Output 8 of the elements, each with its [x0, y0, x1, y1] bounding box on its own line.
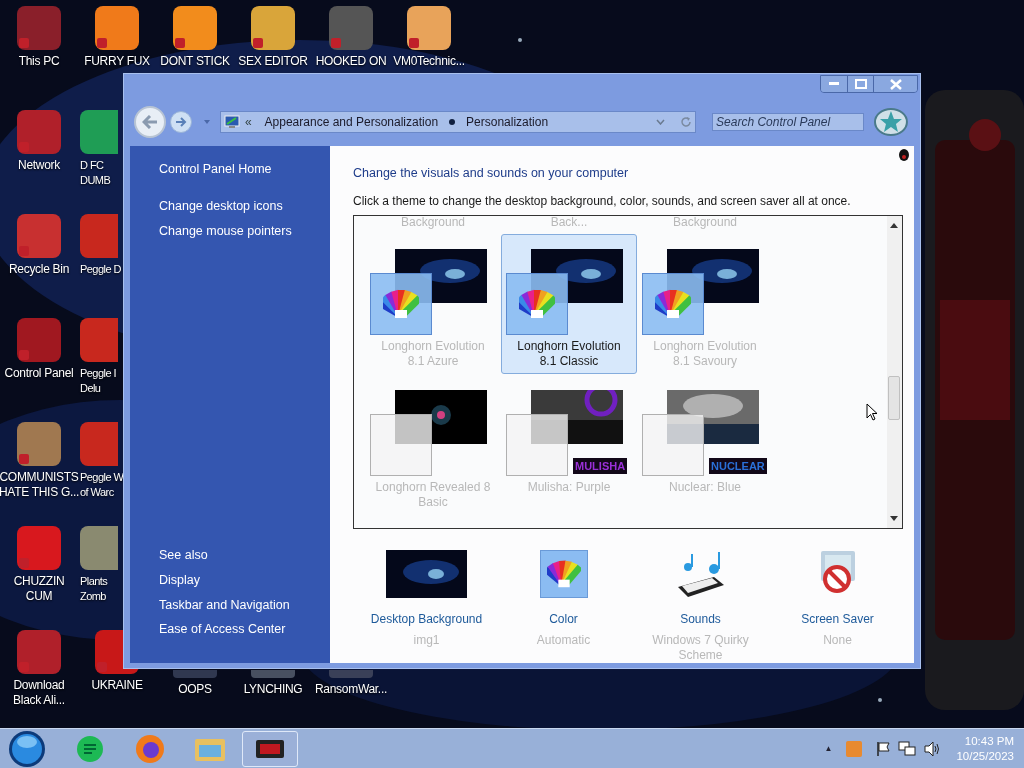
speaker-icon[interactable] — [924, 740, 941, 757]
show-hidden-icons[interactable]: ▲ — [824, 742, 833, 755]
taskbar-button[interactable] — [242, 730, 298, 767]
document-lines-icon[interactable] — [76, 734, 104, 763]
network-icon[interactable] — [898, 740, 917, 757]
start-orb-icon[interactable] — [8, 729, 46, 768]
browser-icon[interactable] — [135, 733, 165, 764]
flag-icon[interactable] — [876, 740, 891, 757]
